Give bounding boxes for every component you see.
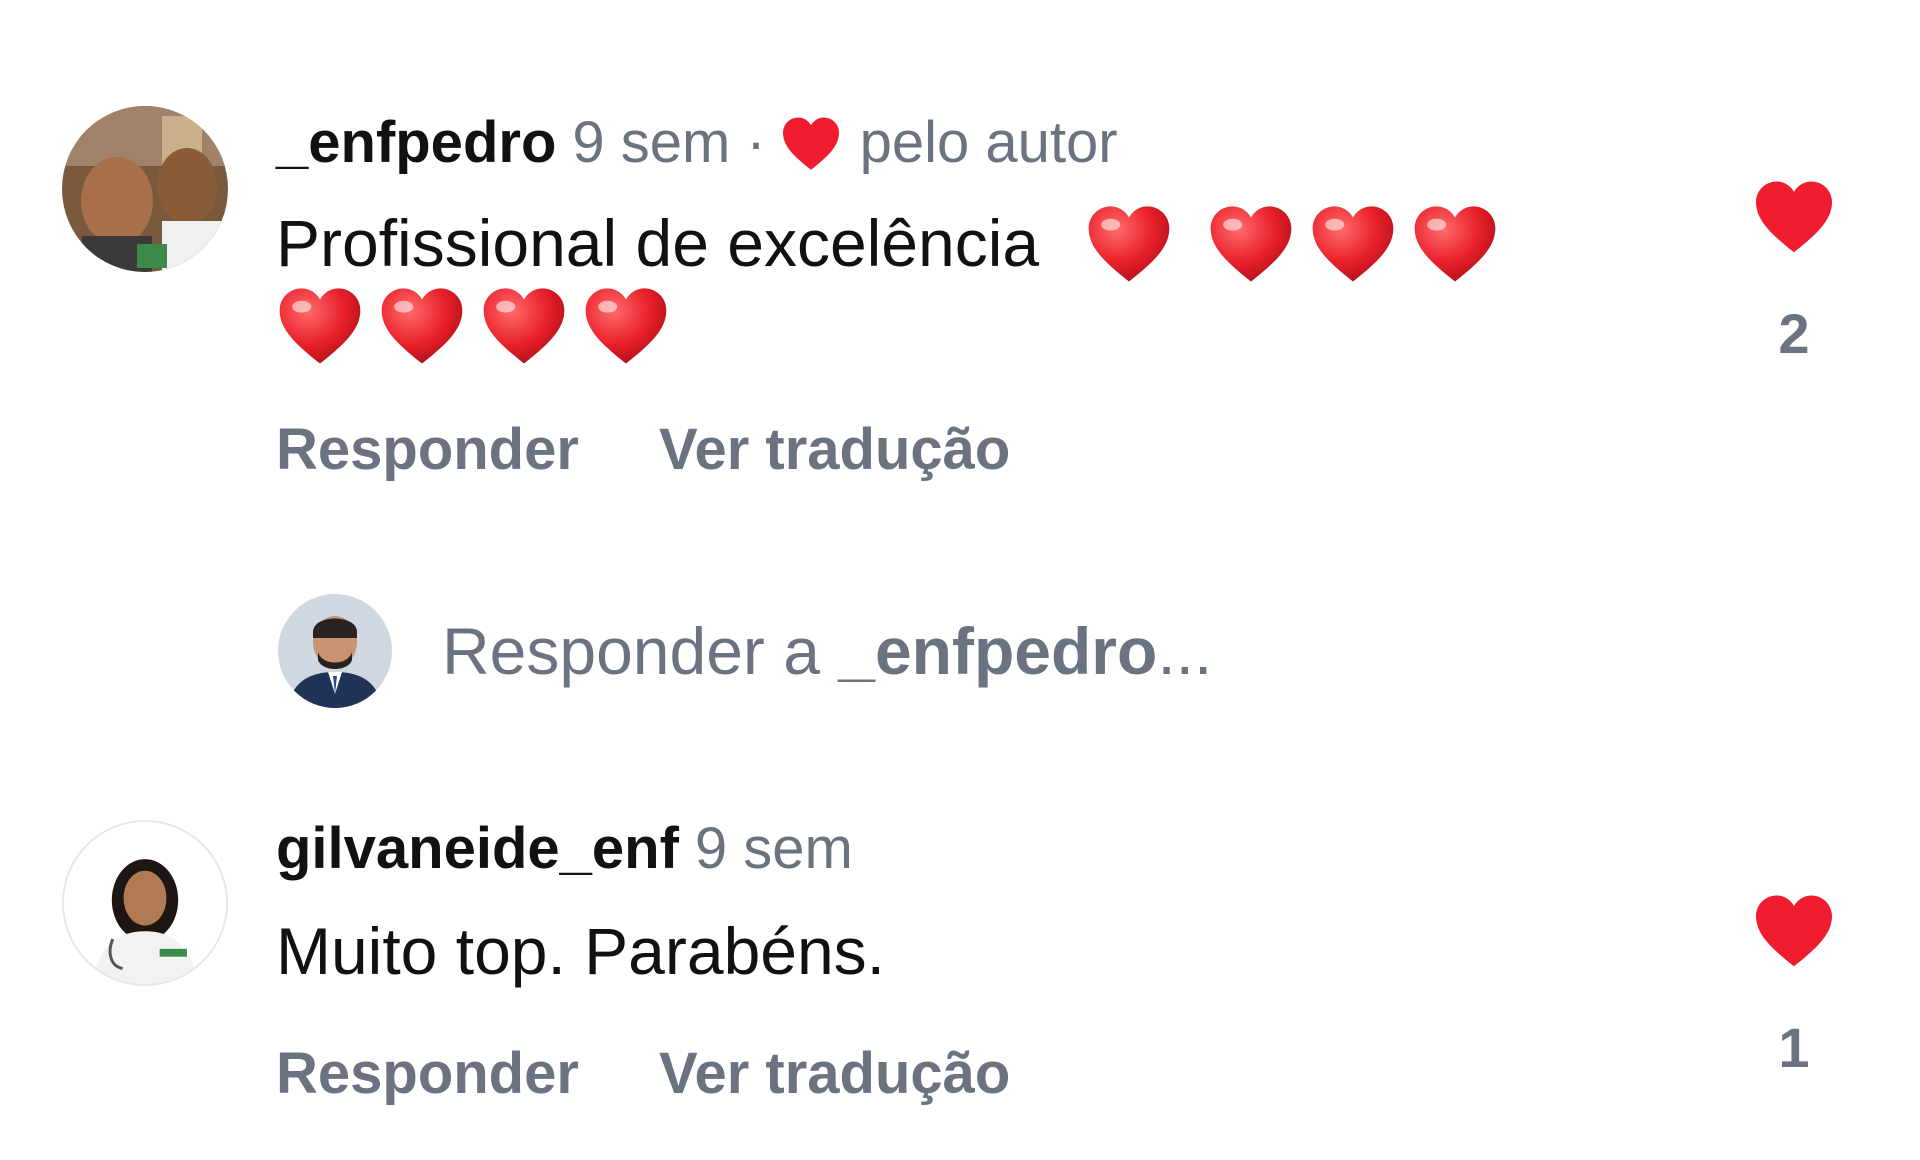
comment-body: Profissional de excelência: [276, 206, 1040, 280]
red-heart-emoji-icon: [1309, 202, 1397, 284]
like-control: 1: [1752, 892, 1836, 1078]
translate-button[interactable]: Ver tradução: [659, 417, 1010, 482]
comment-text-continued: [276, 284, 684, 366]
comment-header: _enfpedro 9 sem · pelo autor: [276, 108, 1118, 178]
translate-button[interactable]: Ver tradução: [659, 1041, 1010, 1106]
comment-actions: Responder Ver tradução: [276, 416, 1090, 483]
avatar-current-user: [278, 594, 392, 708]
comment-header: gilvaneide_enf 9 sem: [276, 814, 853, 884]
comment-username[interactable]: gilvaneide_enf: [276, 814, 679, 884]
heart-filled-icon[interactable]: [1752, 178, 1836, 254]
reply-button[interactable]: Responder: [276, 417, 579, 482]
reply-button[interactable]: Responder: [276, 1041, 579, 1106]
red-heart-emoji-icon: [582, 284, 670, 366]
red-heart-emoji-icon: [1207, 202, 1295, 284]
comment-time: 9 sem: [572, 110, 731, 175]
comment-text: Profissional de excelência: [276, 202, 1513, 284]
comment-actions: Responder Ver tradução: [276, 1040, 1090, 1107]
red-heart-emoji-icon: [1085, 202, 1173, 284]
reply-suffix: ...: [1157, 614, 1213, 688]
reply-box[interactable]: Responder a _enfpedro...: [278, 594, 1212, 708]
comment-text: Muito top. Parabéns.: [276, 910, 885, 992]
red-heart-emoji-icon: [480, 284, 568, 366]
comments-panel: _enfpedro 9 sem · pelo autor Profissiona…: [0, 0, 1920, 1160]
reply-input[interactable]: Responder a _enfpedro...: [442, 613, 1212, 689]
like-control: 2: [1752, 178, 1836, 364]
avatar-gilvaneide[interactable]: [62, 820, 228, 986]
emoji-row: [276, 288, 684, 364]
comment-body: Muito top. Parabéns.: [276, 914, 886, 988]
like-count: 1: [1778, 1016, 1810, 1079]
red-heart-emoji-icon: [276, 284, 364, 366]
heart-filled-icon[interactable]: [1752, 892, 1836, 968]
heart-filled-icon: [780, 115, 842, 171]
emoji-row: [1057, 206, 1513, 282]
separator-dot: ·: [746, 110, 766, 175]
red-heart-emoji-icon: [1411, 202, 1499, 284]
avatar-enfpedro[interactable]: [62, 106, 228, 272]
liked-by-author-label: pelo autor: [859, 110, 1118, 175]
red-heart-emoji-icon: [378, 284, 466, 366]
reply-prefix: Responder a: [442, 614, 839, 688]
comment-username[interactable]: _enfpedro: [276, 108, 556, 178]
comment-time: 9 sem: [694, 816, 853, 881]
like-count: 2: [1778, 302, 1810, 365]
reply-target: _enfpedro: [838, 614, 1158, 688]
